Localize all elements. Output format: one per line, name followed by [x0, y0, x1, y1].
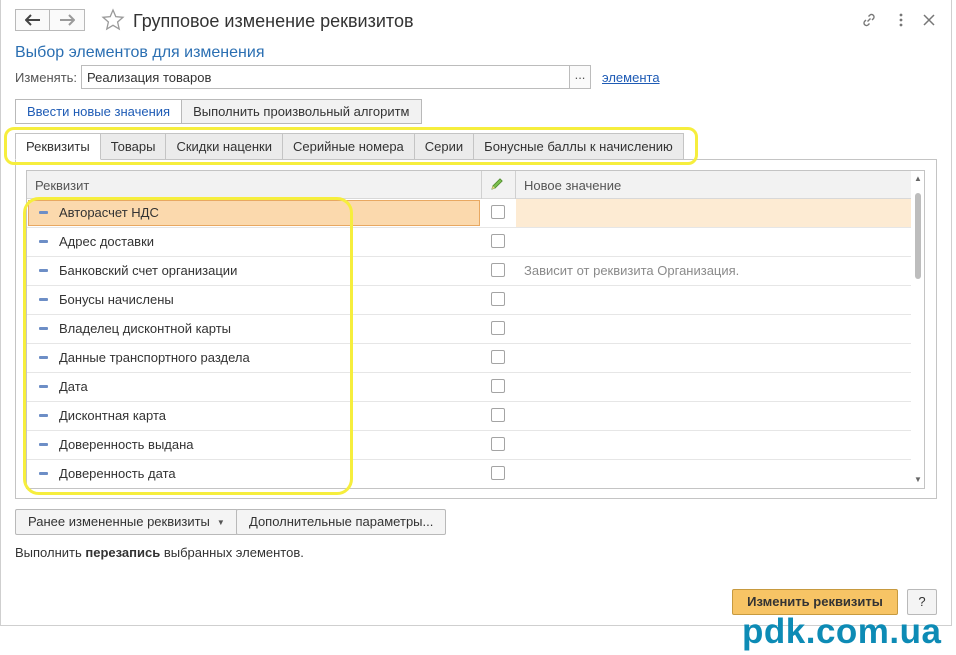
pencil-icon: [491, 178, 503, 190]
arrow-left-icon: [24, 14, 40, 26]
table-row[interactable]: Дата: [27, 373, 911, 402]
row-note: Зависит от реквизита Организация.: [524, 263, 740, 278]
row-label: Владелец дисконтной карты: [59, 321, 232, 336]
row-label: Доверенность дата: [59, 466, 176, 481]
scroll-up-icon[interactable]: ▲: [914, 175, 922, 183]
change-checkbox[interactable]: [491, 466, 505, 480]
elements-link[interactable]: элемента: [602, 70, 660, 85]
table-row[interactable]: Авторасчет НДС: [27, 199, 911, 228]
row-label: Доверенность выдана: [59, 437, 194, 452]
change-checkbox[interactable]: [491, 437, 505, 451]
arrow-right-icon: [60, 14, 75, 26]
tab-goods[interactable]: Товары: [100, 133, 167, 160]
run-custom-algorithm-button[interactable]: Выполнить произвольный алгоритм: [182, 99, 422, 124]
table-row[interactable]: Доверенность выдана: [27, 431, 911, 460]
table-row[interactable]: Банковский счет организации Зависит от р…: [27, 257, 911, 286]
section-subtitle: Выбор элементов для изменения: [15, 44, 265, 61]
attribute-icon: [39, 443, 48, 446]
tab-discounts[interactable]: Скидки наценки: [166, 133, 284, 160]
attribute-icon: [39, 327, 48, 330]
status-message: Выполнить перезапись выбранных элементов…: [15, 545, 304, 560]
row-label: Дисконтная карта: [59, 408, 167, 423]
attribute-icon: [39, 414, 48, 417]
table-row[interactable]: Данные транспортного раздела: [27, 344, 911, 373]
caret-down-icon: ▼: [216, 517, 225, 527]
column-header-requisite[interactable]: Реквизит: [35, 178, 89, 193]
table-row[interactable]: Дисконтная карта: [27, 402, 911, 431]
change-checkbox[interactable]: [491, 408, 505, 422]
select-object-button[interactable]: ...: [569, 65, 591, 89]
table-header: Реквизит Новое значение: [27, 171, 911, 199]
change-checkbox[interactable]: [491, 234, 505, 248]
message-bold: перезапись: [85, 545, 161, 560]
row-label: Авторасчет НДС: [59, 205, 159, 220]
table-row[interactable]: Владелец дисконтной карты: [27, 315, 911, 344]
favorite-star-icon[interactable]: [101, 8, 125, 32]
site-watermark: pdk.com.ua: [742, 612, 942, 651]
table-row[interactable]: Адрес доставки: [27, 228, 911, 257]
more-menu-icon[interactable]: [892, 11, 910, 29]
tab-serial-numbers[interactable]: Серийные номера: [283, 133, 415, 160]
close-icon[interactable]: [920, 11, 938, 29]
tab-bonus-points[interactable]: Бонусные баллы к начислению: [474, 133, 684, 160]
change-checkbox[interactable]: [491, 379, 505, 393]
enter-new-values-button[interactable]: Ввести новые значения: [15, 99, 183, 124]
attribute-icon: [39, 298, 48, 301]
previously-changed-button[interactable]: Ранее измененные реквизиты ▼: [15, 509, 238, 535]
extra-params-button[interactable]: Дополнительные параметры...: [236, 509, 447, 535]
navigation-buttons: [15, 9, 85, 31]
attribute-icon: [39, 356, 48, 359]
previously-changed-label: Ранее измененные реквизиты: [28, 514, 210, 529]
row-label: Бонусы начислены: [59, 292, 174, 307]
vertical-scrollbar[interactable]: ▲ ▼: [912, 171, 924, 488]
row-label: Данные транспортного раздела: [59, 350, 250, 365]
change-checkbox[interactable]: [491, 321, 505, 335]
change-checkbox[interactable]: [491, 292, 505, 306]
attribute-icon: [39, 385, 48, 388]
mode-switch: Ввести новые значения Выполнить произвол…: [15, 99, 422, 124]
tab-requisites[interactable]: Реквизиты: [15, 133, 101, 160]
table-row[interactable]: Бонусы начислены: [27, 286, 911, 315]
change-checkbox[interactable]: [491, 350, 505, 364]
forward-button[interactable]: [50, 9, 85, 31]
requisites-table: Реквизит Новое значение Авторасчет НДС А…: [26, 170, 925, 489]
change-label: Изменять:: [15, 70, 78, 85]
message-suffix: выбранных элементов.: [160, 545, 304, 560]
row-label: Дата: [59, 379, 88, 394]
window-title: Групповое изменение реквизитов: [133, 11, 414, 31]
column-divider: [515, 171, 516, 199]
tab-series[interactable]: Серии: [414, 133, 475, 160]
scroll-thumb[interactable]: [915, 193, 921, 279]
scroll-down-icon[interactable]: ▼: [914, 476, 922, 484]
table-body: Авторасчет НДС Адрес доставки Банковский…: [27, 199, 911, 488]
row-label: Банковский счет организации: [59, 263, 238, 278]
tab-bar: Реквизиты Товары Скидки наценки Серийные…: [15, 133, 684, 160]
table-row[interactable]: Доверенность дата: [27, 460, 911, 488]
attribute-icon: [39, 211, 48, 214]
message-prefix: Выполнить: [15, 545, 86, 560]
dialog-window: Групповое изменение реквизитов Выбор эле…: [0, 0, 952, 626]
cell-new-value[interactable]: [516, 199, 911, 227]
change-object-field[interactable]: Реализация товаров: [81, 65, 570, 89]
column-divider: [481, 171, 482, 199]
row-label: Адрес доставки: [59, 234, 155, 249]
attribute-icon: [39, 240, 48, 243]
column-header-new-value[interactable]: Новое значение: [524, 178, 621, 193]
link-icon[interactable]: [860, 11, 878, 29]
back-button[interactable]: [15, 9, 50, 31]
change-checkbox[interactable]: [491, 205, 505, 219]
attribute-icon: [39, 472, 48, 475]
change-checkbox[interactable]: [491, 263, 505, 277]
attribute-icon: [39, 269, 48, 272]
